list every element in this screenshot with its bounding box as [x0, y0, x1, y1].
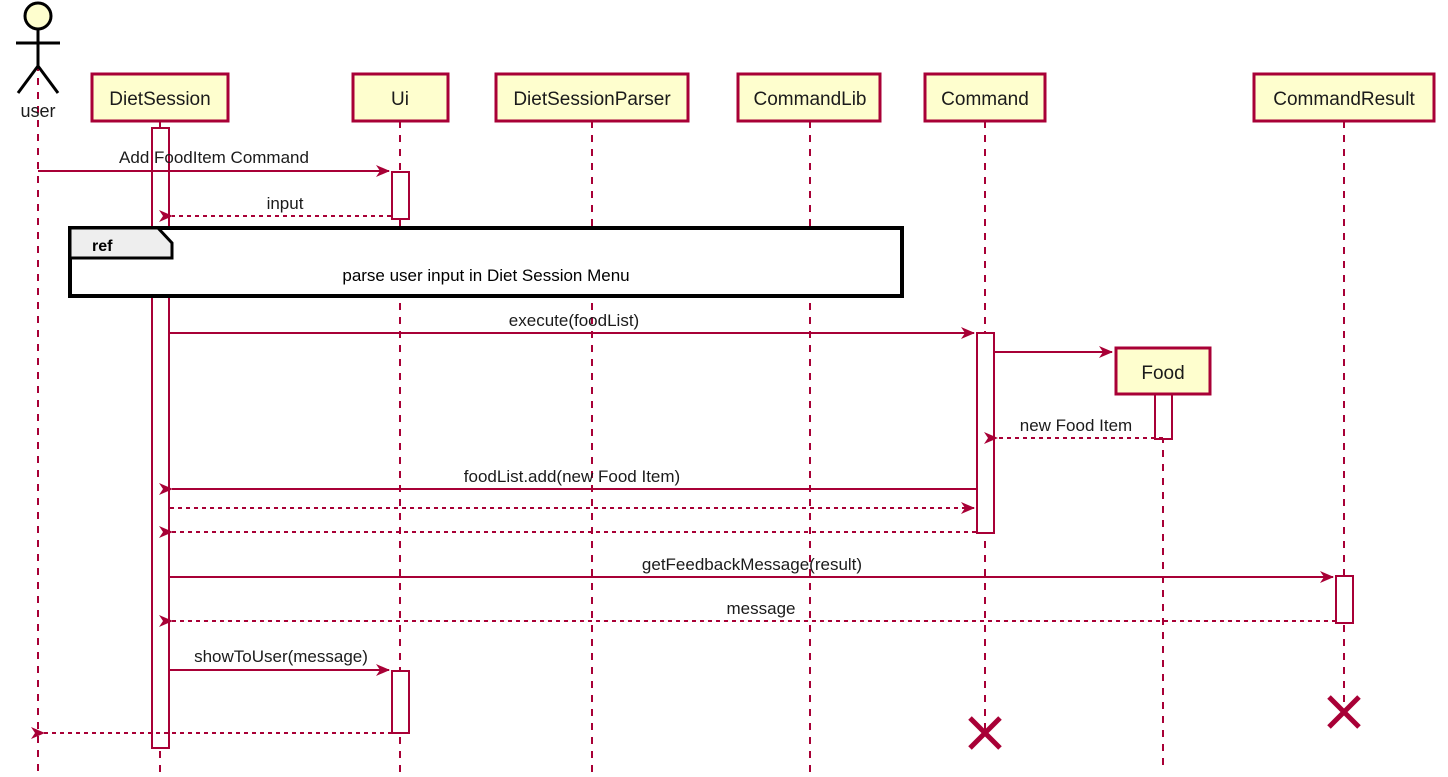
participant-command-label: Command — [941, 89, 1029, 110]
participant-command[interactable]: Command — [923, 72, 1047, 123]
sequence-diagram-canvas: ref parse user input in Diet Session Men… — [16, 1, 1436, 772]
ref-fragment: ref parse user input in Diet Session Men… — [68, 226, 904, 298]
activation-commandresult — [1335, 575, 1354, 624]
ref-fragment-tag-label: ref — [92, 238, 113, 255]
message-label-message: message — [727, 599, 796, 618]
ref-fragment-body — [68, 226, 904, 298]
participant-ui[interactable]: Ui — [351, 72, 450, 123]
sequence-diagram: ref parse user input in Diet Session Men… — [0, 0, 1448, 777]
participant-food[interactable]: Food — [1114, 346, 1212, 396]
participant-dietsessionparser-label: DietSessionParser — [513, 89, 671, 110]
ref-fragment-tag — [68, 226, 174, 260]
participant-dietsessionparser[interactable]: DietSessionParser — [494, 72, 690, 123]
participant-commandresult-label: CommandResult — [1273, 89, 1415, 110]
activation-ui-1 — [391, 171, 410, 220]
message-label-get-feedback-message: getFeedbackMessage(result) — [642, 555, 862, 574]
participant-dietsession-label: DietSession — [109, 89, 210, 110]
message-label-new-food-item: new Food Item — [1020, 416, 1132, 435]
participant-commandlib[interactable]: CommandLib — [736, 72, 882, 123]
message-label-show-to-user: showToUser(message) — [194, 647, 368, 666]
destroy-markers — [968, 695, 1361, 750]
actor-label: user — [20, 101, 55, 121]
participant-commandlib-label: CommandLib — [754, 89, 867, 110]
activation-food — [1154, 392, 1173, 440]
participant-commandresult[interactable]: CommandResult — [1252, 72, 1436, 123]
participant-dietsession[interactable]: DietSession — [90, 72, 230, 123]
activation-command — [976, 332, 995, 534]
participant-food-label: Food — [1141, 363, 1184, 384]
actor-head-icon — [23, 1, 53, 31]
activation-ui-2 — [391, 670, 410, 734]
destroy-marker-command — [968, 716, 1002, 750]
actor-user: user — [16, 1, 60, 121]
message-label-input: input — [267, 194, 304, 213]
activation-dietsession — [151, 127, 170, 749]
message-label-execute-foodlist: execute(foodList) — [509, 311, 639, 330]
ref-fragment-text: parse user input in Diet Session Menu — [342, 266, 629, 285]
message-label-add-fooditem-command: Add FoodItem Command — [119, 148, 309, 167]
message-label-foodlist-add: foodList.add(new Food Item) — [464, 467, 680, 486]
participant-ui-label: Ui — [391, 89, 409, 110]
